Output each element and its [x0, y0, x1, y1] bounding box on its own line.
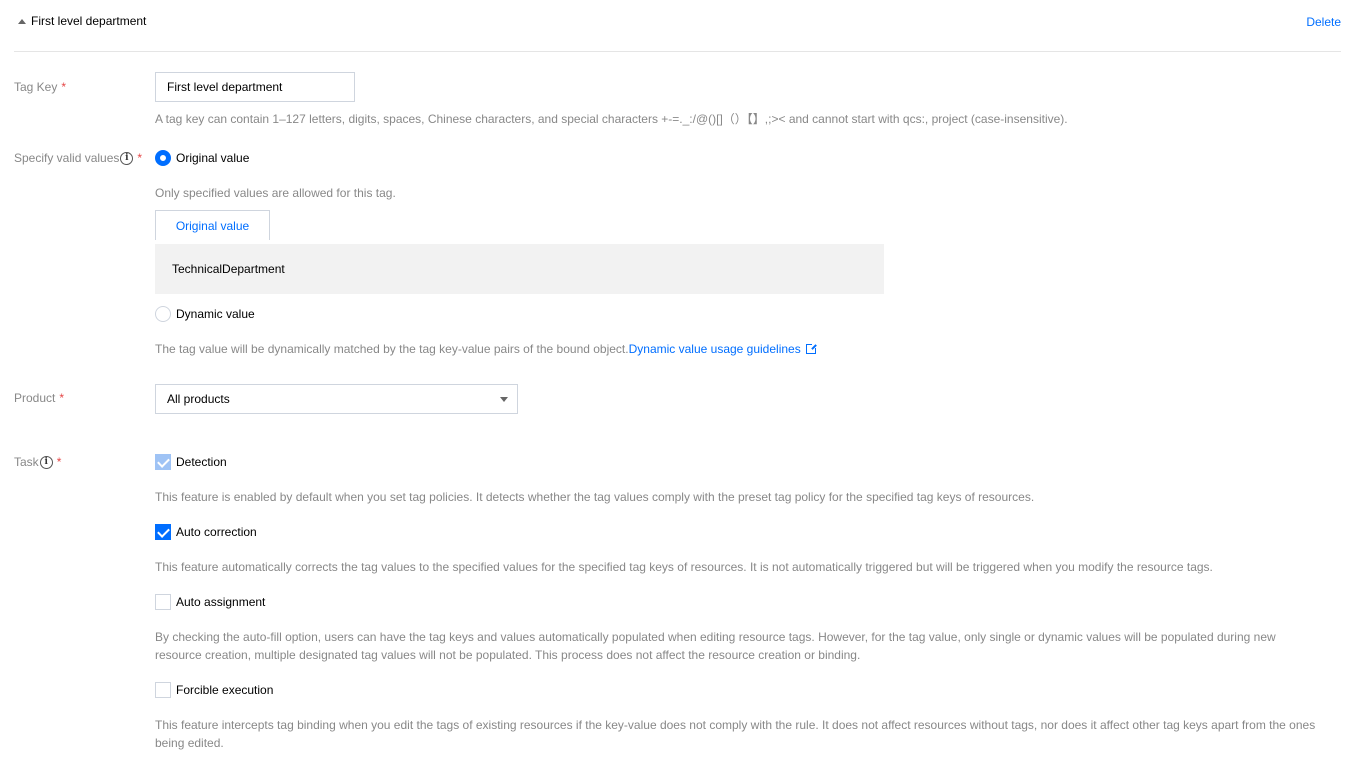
- radio-dynamic-value-label: Dynamic value: [176, 307, 255, 321]
- task-label: Task i *: [14, 455, 61, 469]
- radio-checked-indicator[interactable]: [155, 150, 171, 166]
- product-label: Product *: [14, 391, 64, 405]
- collapse-triangle-icon: [18, 18, 26, 24]
- checkbox-detection-label: Detection: [176, 455, 227, 469]
- dynamic-value-help: The tag value will be dynamically matche…: [155, 340, 817, 358]
- checkmark-icon[interactable]: [155, 454, 171, 470]
- radio-original-value[interactable]: Original value: [155, 150, 249, 166]
- info-icon[interactable]: i: [120, 151, 134, 165]
- detection-help: This feature is enabled by default when …: [155, 490, 1035, 504]
- required-mark: *: [61, 80, 67, 94]
- external-link-icon[interactable]: [805, 343, 817, 354]
- valid-values-label: Specify valid values i *: [14, 151, 142, 165]
- tag-key-label: Tag Key *: [14, 80, 66, 94]
- chevron-down-icon: [500, 397, 508, 402]
- checkbox-auto-correction-label: Auto correction: [176, 525, 257, 539]
- tag-key-label-text: Tag Key: [14, 80, 58, 94]
- checkbox-detection[interactable]: Detection: [155, 454, 227, 470]
- tag-values-box: TechnicalDepartment: [155, 244, 884, 294]
- collapse-toggle[interactable]: First level department: [18, 14, 146, 28]
- tag-value-item: TechnicalDepartment: [172, 262, 285, 276]
- auto-correction-help: This feature automatically corrects the …: [155, 560, 1213, 574]
- checkbox-forcible-execution[interactable]: Forcible execution: [155, 682, 273, 698]
- checkbox-auto-correction[interactable]: Auto correction: [155, 524, 257, 540]
- required-mark: *: [56, 455, 62, 469]
- checkbox-auto-assignment-label: Auto assignment: [176, 595, 266, 609]
- delete-link[interactable]: Delete: [1306, 15, 1341, 29]
- tab-original-value[interactable]: Original value: [155, 210, 270, 240]
- checkbox-forcible-execution-label: Forcible execution: [176, 683, 274, 697]
- section-title: First level department: [31, 14, 147, 28]
- section-header: First level department Delete: [14, 0, 1341, 52]
- radio-original-value-label: Original value: [176, 151, 250, 165]
- product-select[interactable]: All products: [155, 384, 518, 414]
- tag-key-input[interactable]: First level department: [155, 72, 355, 102]
- dynamic-value-help-text: The tag value will be dynamically matche…: [155, 342, 629, 356]
- original-value-help: Only specified values are allowed for th…: [155, 186, 396, 200]
- auto-assignment-help: By checking the auto-fill option, users …: [155, 630, 1276, 662]
- product-label-text: Product: [14, 391, 56, 405]
- forcible-execution-help: This feature intercepts tag binding when…: [155, 718, 1316, 750]
- checkbox-box[interactable]: [155, 594, 171, 610]
- checkmark-icon[interactable]: [155, 524, 171, 540]
- product-select-value: All products: [167, 392, 230, 406]
- tag-key-help: A tag key can contain 1–127 letters, dig…: [155, 112, 1068, 126]
- valid-values-label-text: Specify valid values: [14, 151, 120, 165]
- task-label-text: Task: [14, 455, 39, 469]
- radio-dynamic-value[interactable]: Dynamic value: [155, 306, 255, 322]
- required-mark: *: [137, 151, 143, 165]
- radio-unchecked-indicator[interactable]: [155, 306, 171, 322]
- dynamic-value-guidelines-link[interactable]: Dynamic value usage guidelines: [629, 342, 801, 356]
- required-mark: *: [59, 391, 65, 405]
- checkbox-auto-assignment[interactable]: Auto assignment: [155, 594, 265, 610]
- info-icon[interactable]: i: [39, 455, 53, 469]
- checkbox-box[interactable]: [155, 682, 171, 698]
